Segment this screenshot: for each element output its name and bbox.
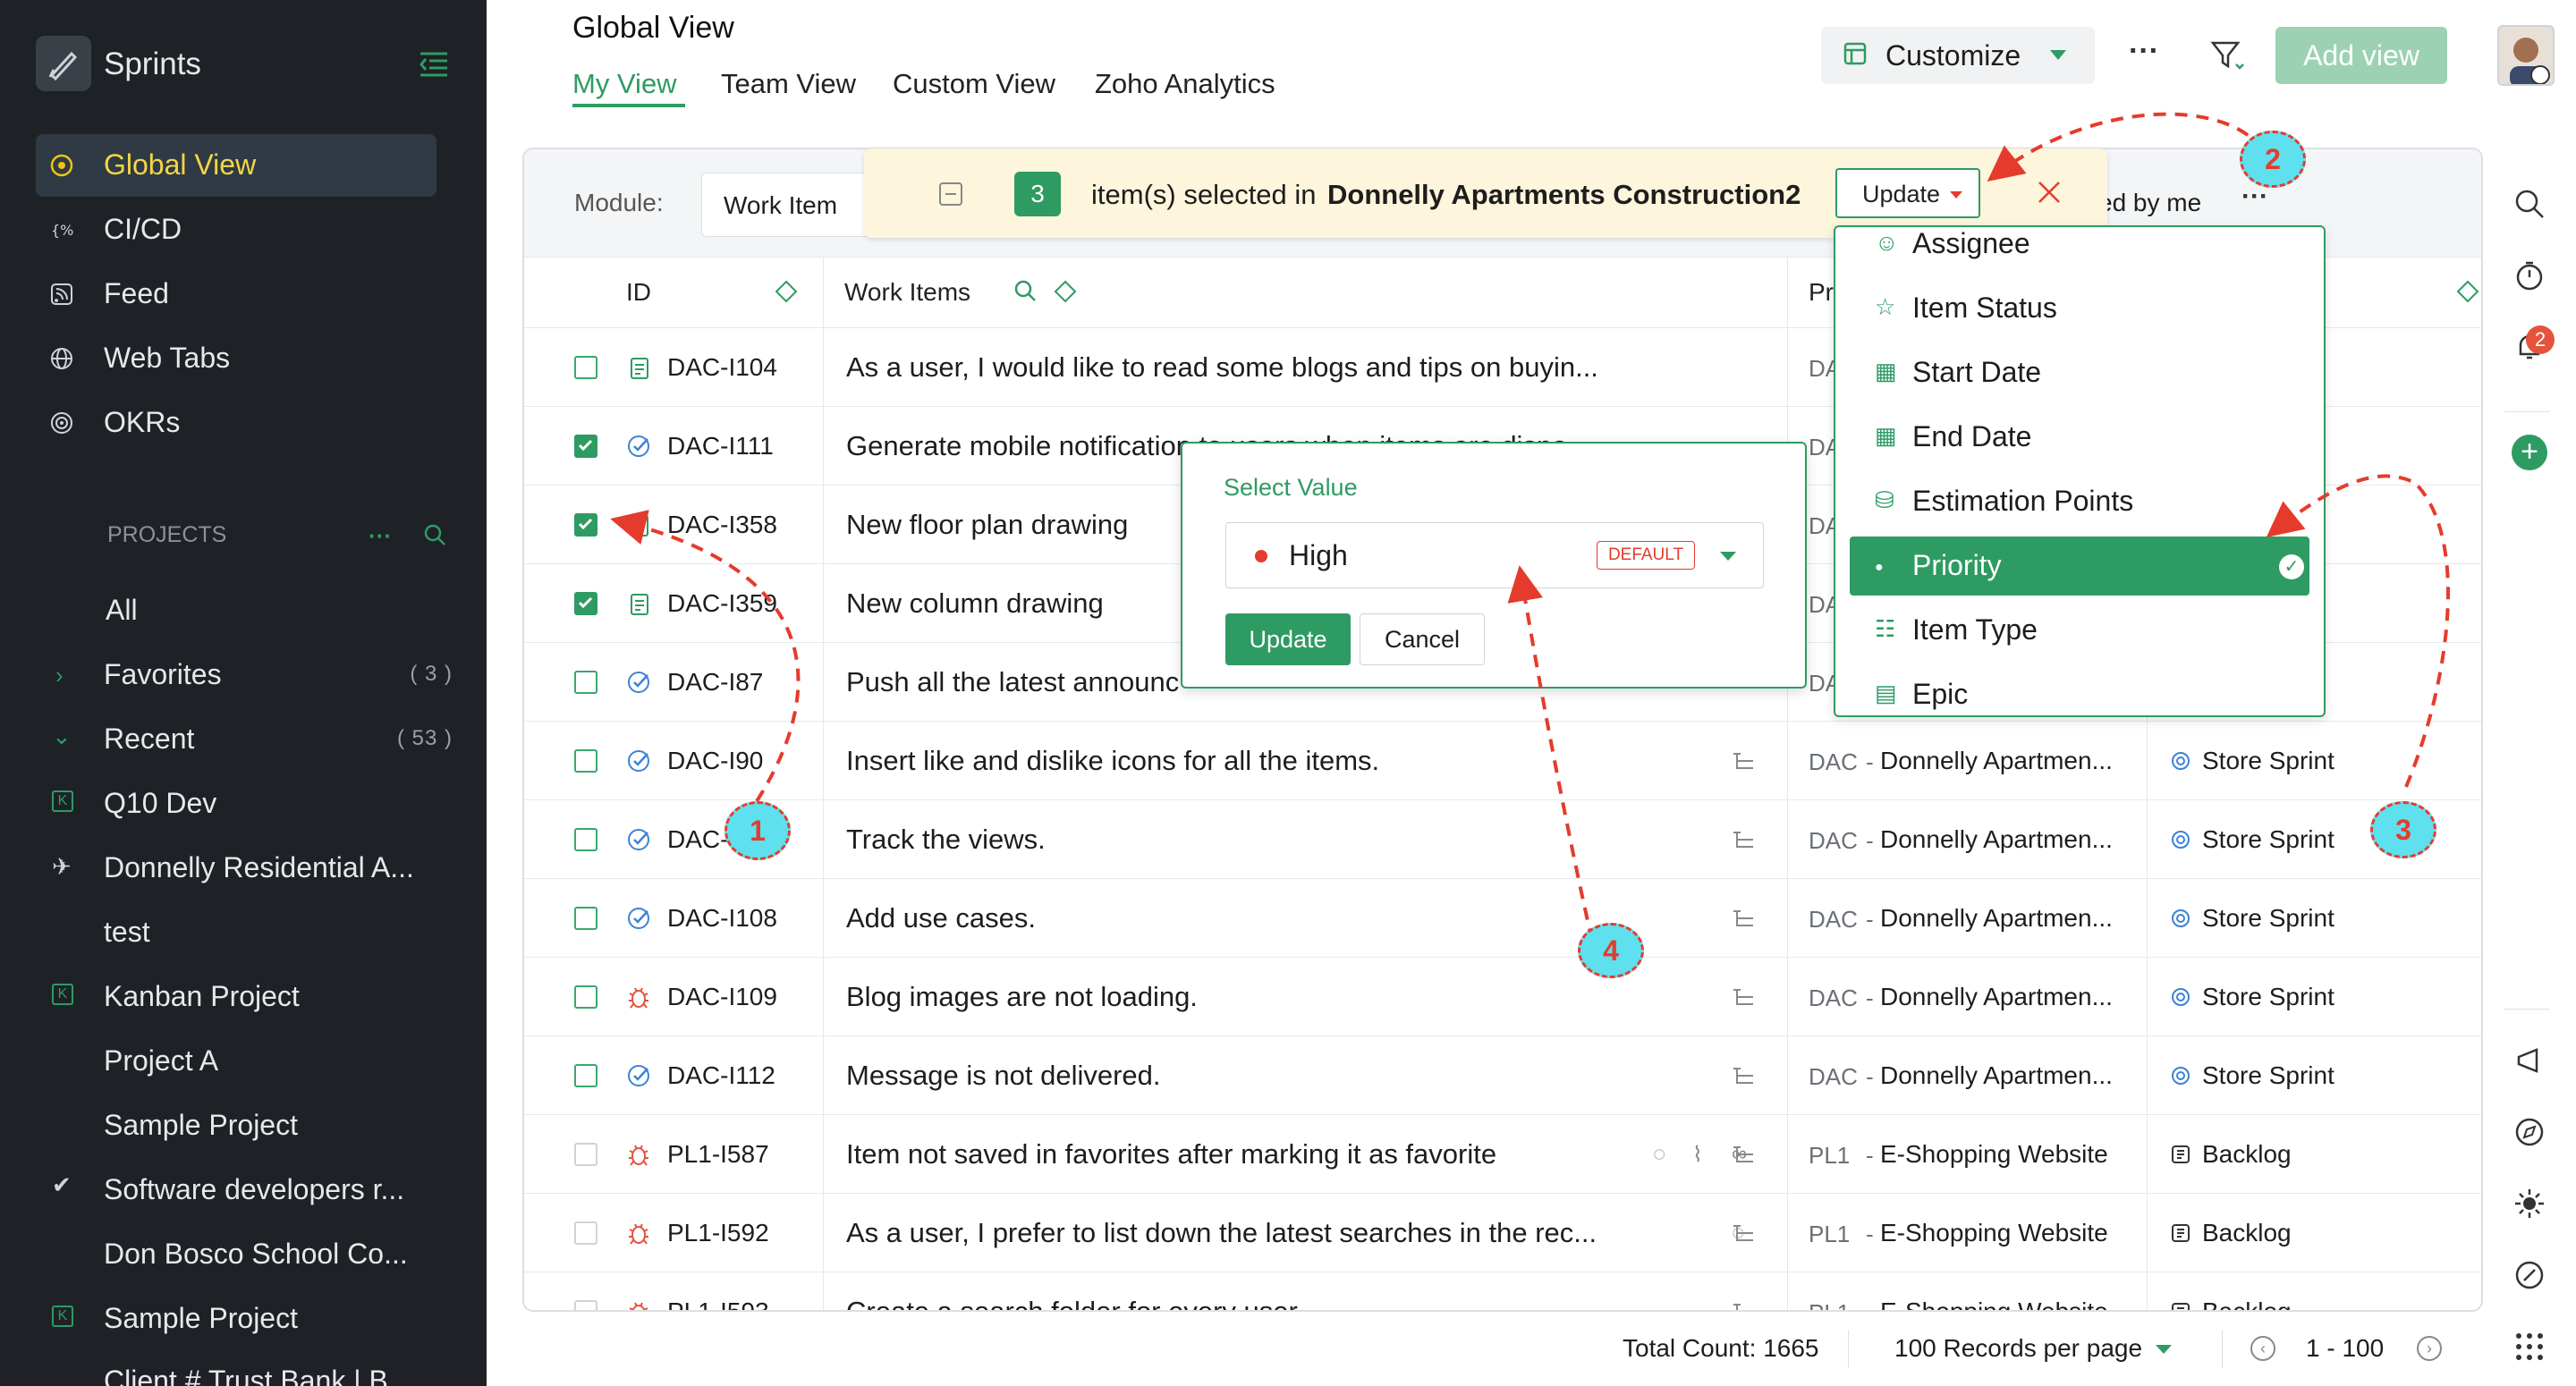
arrow-1 bbox=[610, 510, 801, 803]
annotation-arrows bbox=[610, 112, 2450, 942]
annotation-badge-1: 1 bbox=[724, 801, 791, 860]
arrow-4 bbox=[1507, 565, 1594, 942]
annotation-badge-4: 4 bbox=[1578, 923, 1644, 978]
arrow-2 bbox=[1987, 112, 2265, 182]
annotation-badge-3: 3 bbox=[2370, 801, 2436, 858]
annotation-badge-2: 2 bbox=[2240, 131, 2306, 188]
arrow-3 bbox=[2266, 474, 2450, 788]
